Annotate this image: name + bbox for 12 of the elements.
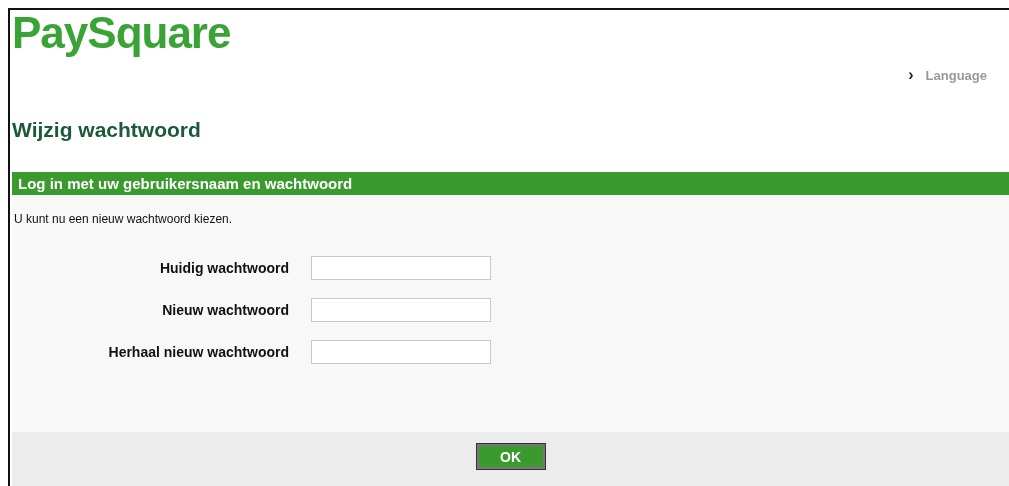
intro-text: U kunt nu een nieuw wachtwoord kiezen. bbox=[14, 212, 233, 226]
password-field[interactable] bbox=[311, 298, 491, 322]
paysquare-logo: PaySquare bbox=[12, 10, 231, 56]
field-label: Huidig wachtwoord bbox=[159, 260, 289, 276]
panel-header: Log in met uw gebruikersnaam en wachtwoord bbox=[12, 172, 1009, 195]
ok-button[interactable]: OK bbox=[476, 444, 545, 469]
password-field[interactable] bbox=[311, 256, 491, 280]
page-title: Wijzig wachtwoord bbox=[12, 118, 201, 142]
field-label: Nieuw wachtwoord bbox=[162, 302, 289, 318]
field-label: Herhaal nieuw wachtwoord bbox=[108, 344, 289, 360]
language-link[interactable]: › Language bbox=[908, 66, 987, 84]
password-field[interactable] bbox=[311, 340, 491, 364]
